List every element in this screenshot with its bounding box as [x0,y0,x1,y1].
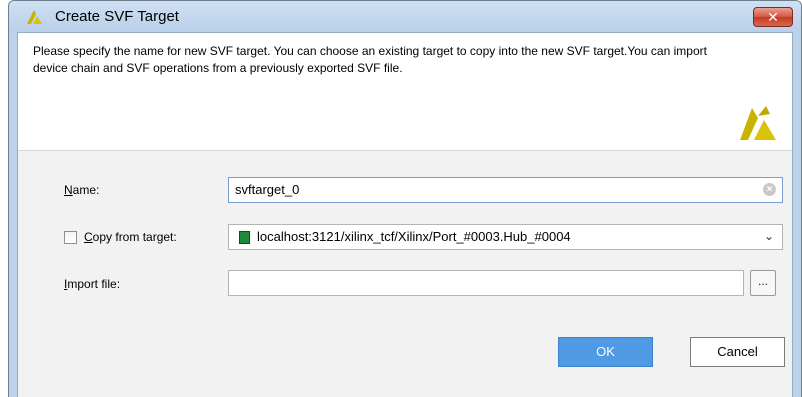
browse-button[interactable]: ... [750,270,776,296]
xilinx-logo-icon [740,106,776,140]
xilinx-logo-icon [27,10,42,24]
create-svf-target-dialog: Create SVF Target ✕ Please specify the n… [8,0,802,397]
hardware-target-icon [239,231,250,244]
import-file-input[interactable] [228,270,744,296]
cancel-button[interactable]: Cancel [690,337,785,367]
window-title: Create SVF Target [55,8,179,25]
clear-icon[interactable]: × [763,183,776,196]
dialog-content: Please specify the name for new SVF targ… [17,32,793,397]
name-input-value: svftarget_0 [235,182,300,197]
copy-from-target-checkbox[interactable] [64,231,77,244]
close-icon: ✕ [767,9,779,25]
header-description: Please specify the name for new SVF targ… [33,44,707,75]
copy-from-target-select[interactable]: localhost:3121/xilinx_tcf/Xilinx/Port_#0… [228,224,783,250]
import-file-label: Import file: [64,277,121,291]
copy-from-target-label[interactable]: Copy from target: [84,230,177,244]
close-button[interactable]: ✕ [753,7,793,27]
chevron-down-icon[interactable]: ⌄ [764,229,774,243]
ok-button[interactable]: OK [558,337,653,367]
copy-from-target-value: localhost:3121/xilinx_tcf/Xilinx/Port_#0… [257,229,571,244]
title-bar[interactable]: Create SVF Target ✕ [9,1,801,32]
dialog-header: Please specify the name for new SVF targ… [18,33,792,151]
form-area: Name: svftarget_0 × Copy from target: lo… [18,151,792,397]
name-input[interactable]: svftarget_0 × [228,177,783,203]
name-label: Name: [64,183,100,197]
